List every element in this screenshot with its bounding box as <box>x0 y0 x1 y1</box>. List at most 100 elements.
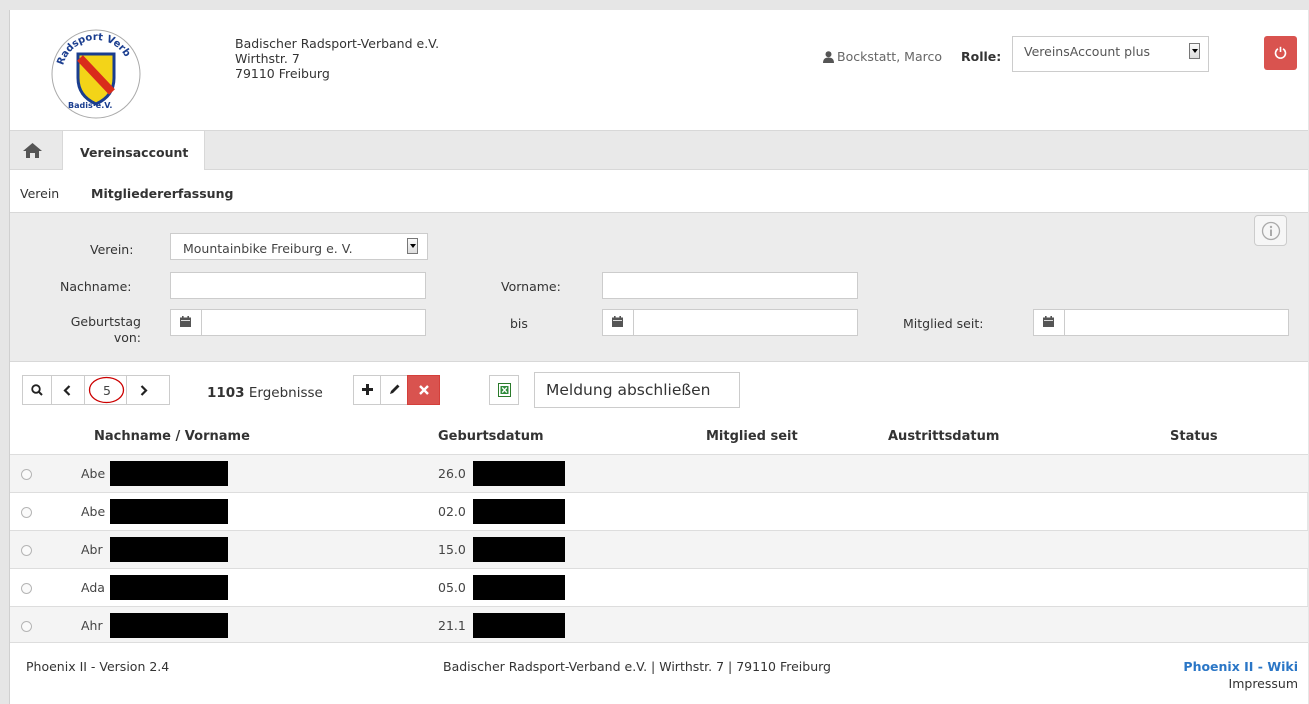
info-icon <box>1261 221 1281 241</box>
col-nachname-vorname[interactable]: Nachname / Vorname <box>94 429 250 444</box>
page-number-box[interactable]: 5 <box>84 376 127 404</box>
calendar-button[interactable] <box>1034 310 1065 335</box>
calendar-icon <box>180 316 191 327</box>
table-row[interactable]: Ada 05.0 <box>10 568 1308 606</box>
row-name: Ada <box>81 580 105 595</box>
app-frame: Radsport Verb Badis·e.V. Badischer Radsp… <box>9 10 1308 704</box>
org-name: Badischer Radsport-Verband e.V. <box>235 36 440 51</box>
page-number: 5 <box>103 383 111 398</box>
plus-icon <box>362 384 373 395</box>
row-name: Abr <box>81 542 103 557</box>
redaction-bar <box>110 499 228 524</box>
row-radio[interactable] <box>21 507 32 518</box>
redaction-bar <box>473 537 565 562</box>
row-geburtsdatum: 26.0 <box>438 466 466 481</box>
user-name: Bockstatt, Marco <box>837 49 942 64</box>
calendar-button[interactable] <box>603 310 634 335</box>
redaction-bar <box>473 613 565 638</box>
subnav-item-mitgliedererfassung[interactable]: Mitgliedererfassung <box>91 186 233 201</box>
row-geburtsdatum: 02.0 <box>438 504 466 519</box>
search-button[interactable] <box>22 375 52 405</box>
calendar-icon <box>612 316 623 327</box>
table-header: Nachname / Vorname Geburtsdatum Mitglied… <box>10 414 1308 454</box>
header: Radsport Verb Badis·e.V. Badischer Radsp… <box>10 10 1308 130</box>
excel-export-button[interactable] <box>489 375 519 405</box>
mitglied-seit-field[interactable] <box>1033 309 1289 336</box>
chevron-down-icon[interactable] <box>407 238 418 254</box>
chevron-right-icon[interactable] <box>140 385 148 396</box>
redaction-bar <box>110 613 228 638</box>
delete-button[interactable] <box>407 375 440 405</box>
geburtstag-von-field[interactable] <box>170 309 426 336</box>
calendar-button[interactable] <box>171 310 202 335</box>
org-address: Badischer Radsport-Verband e.V. Wirthstr… <box>235 36 439 81</box>
row-radio[interactable] <box>21 545 32 556</box>
table-row[interactable]: Ahr 21.1 <box>10 606 1308 644</box>
table-row[interactable]: Abe 02.0 <box>10 492 1308 530</box>
info-button[interactable] <box>1254 215 1287 246</box>
verein-label: Verein: <box>90 242 134 257</box>
nachname-label: Nachname: <box>60 279 132 294</box>
col-status[interactable]: Status <box>1170 429 1218 444</box>
bis-field[interactable] <box>602 309 858 336</box>
search-icon <box>31 384 43 396</box>
bis-label: bis <box>510 316 528 331</box>
redaction-bar <box>110 537 228 562</box>
row-name: Ahr <box>81 618 103 633</box>
meldung-abschliessen-button[interactable]: Meldung abschließen <box>534 372 740 408</box>
col-geburtsdatum[interactable]: Geburtsdatum <box>438 429 544 444</box>
col-mitglied-seit[interactable]: Mitglied seit <box>706 429 798 444</box>
calendar-icon <box>1043 316 1054 327</box>
tab-vereinsaccount[interactable]: Vereinsaccount <box>62 130 205 171</box>
col-austrittsdatum[interactable]: Austrittsdatum <box>888 429 999 444</box>
row-radio[interactable] <box>21 621 32 632</box>
pencil-icon <box>390 384 400 394</box>
row-name: Abe <box>81 504 106 519</box>
redaction-bar <box>110 575 228 600</box>
logout-button[interactable] <box>1264 36 1297 70</box>
results-number: 1103 <box>207 385 245 401</box>
toolbar: 5 1103 Ergebnisse Meldung abschließen <box>10 362 1308 414</box>
edit-button[interactable] <box>380 375 408 405</box>
org-city: 79110 Freiburg <box>235 66 330 81</box>
nachname-field[interactable] <box>170 272 426 299</box>
table-row[interactable]: Abe 26.0 <box>10 454 1308 492</box>
role-label: Rolle: <box>961 49 1002 64</box>
excel-icon <box>498 383 511 397</box>
verein-value: Mountainbike Freiburg e. V. <box>183 241 353 256</box>
redaction-bar <box>473 575 565 600</box>
add-button[interactable] <box>353 375 381 405</box>
main-nav: Vereinsaccount <box>10 130 1308 171</box>
footer: Phoenix II - Version 2.4 Badischer Radsp… <box>10 642 1308 704</box>
row-geburtsdatum: 05.0 <box>438 580 466 595</box>
filter-panel: Verein: Mountainbike Freiburg e. V. Nach… <box>10 212 1308 362</box>
row-radio[interactable] <box>21 583 32 594</box>
breadcrumb: Verein Mitgliedererfassung <box>10 170 1308 212</box>
user-icon <box>823 51 834 63</box>
geburtstag-von-label: Geburtstag von: <box>70 314 141 345</box>
footer-address: Badischer Radsport-Verband e.V. | Wirths… <box>443 659 831 674</box>
chevron-left-icon[interactable] <box>63 385 71 396</box>
impressum-link[interactable]: Impressum <box>1229 676 1298 691</box>
subnav-item-verein[interactable]: Verein <box>20 186 59 201</box>
results-count: 1103 Ergebnisse <box>207 385 323 401</box>
role-select[interactable]: VereinsAccount plus <box>1012 36 1209 72</box>
table-row[interactable]: Abr 15.0 <box>10 530 1308 568</box>
current-user[interactable]: Bockstatt, Marco <box>823 49 942 64</box>
svg-text:Badis·e.V.: Badis·e.V. <box>68 101 112 110</box>
row-geburtsdatum: 21.1 <box>438 618 466 633</box>
verein-select[interactable]: Mountainbike Freiburg e. V. <box>170 233 428 260</box>
pagination: 5 <box>51 375 170 405</box>
row-geburtsdatum: 15.0 <box>438 542 466 557</box>
wiki-link[interactable]: Phoenix II - Wiki <box>1183 659 1298 674</box>
redaction-bar <box>473 461 565 486</box>
home-icon[interactable] <box>20 140 45 160</box>
federation-logo: Radsport Verb Badis·e.V. <box>51 29 141 119</box>
row-name: Abe <box>81 466 106 481</box>
redaction-bar <box>473 499 565 524</box>
chevron-down-icon[interactable] <box>1189 43 1200 59</box>
vorname-field[interactable] <box>602 272 858 299</box>
close-icon <box>419 385 429 395</box>
power-icon <box>1274 46 1287 59</box>
row-radio[interactable] <box>21 469 32 480</box>
